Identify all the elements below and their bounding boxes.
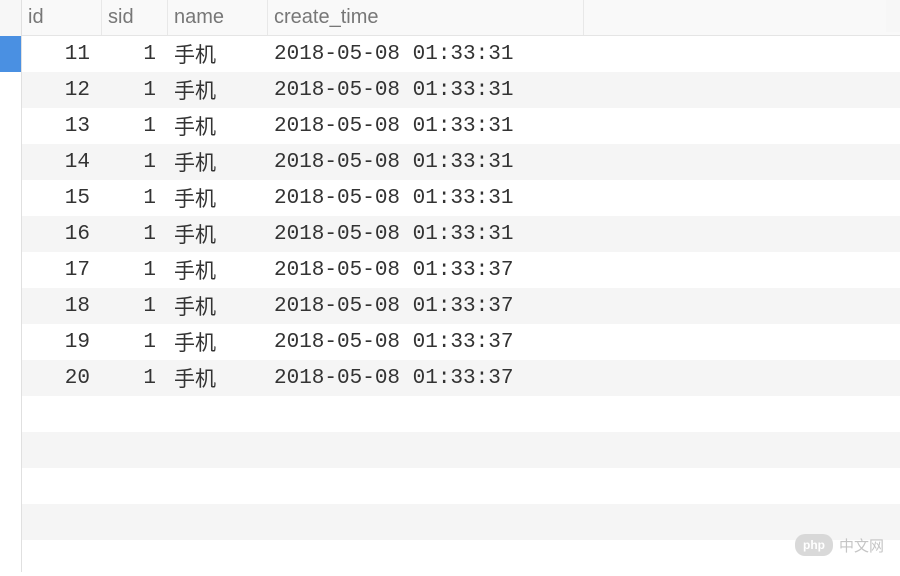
column-header-create-time[interactable]: create_time — [268, 0, 584, 35]
table-row — [22, 432, 900, 468]
table-row[interactable]: 11 1 手机 2018-05-08 01:33:31 — [22, 36, 900, 72]
column-header-id[interactable]: id — [22, 0, 102, 35]
cell-sid[interactable]: 1 — [102, 39, 168, 70]
table-row — [22, 396, 900, 432]
cell-id[interactable]: 16 — [22, 219, 102, 250]
cell-sid[interactable]: 1 — [102, 291, 168, 322]
cell-create-time[interactable]: 2018-05-08 01:33:31 — [268, 219, 584, 250]
watermark: php 中文网 — [795, 534, 884, 556]
cell-create-time[interactable]: 2018-05-08 01:33:31 — [268, 39, 584, 70]
cell-sid[interactable]: 1 — [102, 255, 168, 286]
watermark-badge: php — [795, 534, 833, 556]
cell-name[interactable]: 手机 — [168, 107, 268, 145]
cell-id[interactable]: 18 — [22, 291, 102, 322]
cell-create-time[interactable]: 2018-05-08 01:33:31 — [268, 147, 584, 178]
cell-sid[interactable]: 1 — [102, 75, 168, 106]
cell-id[interactable]: 17 — [22, 255, 102, 286]
cell-create-time[interactable]: 2018-05-08 01:33:31 — [268, 183, 584, 214]
table: id sid name create_time 11 1 手机 2018-05-… — [22, 0, 900, 572]
cell-sid[interactable]: 1 — [102, 147, 168, 178]
cell-id[interactable]: 11 — [22, 39, 102, 70]
cell-name[interactable]: 手机 — [168, 35, 268, 73]
table-row[interactable]: 13 1 手机 2018-05-08 01:33:31 — [22, 108, 900, 144]
table-container: id sid name create_time 11 1 手机 2018-05-… — [0, 0, 900, 572]
cell-name[interactable]: 手机 — [168, 323, 268, 361]
column-header-sid[interactable]: sid — [102, 0, 168, 35]
cell-create-time[interactable]: 2018-05-08 01:33:37 — [268, 363, 584, 394]
table-header-row: id sid name create_time — [22, 0, 900, 36]
cell-create-time[interactable]: 2018-05-08 01:33:31 — [268, 75, 584, 106]
watermark-text: 中文网 — [839, 535, 884, 556]
table-row[interactable]: 12 1 手机 2018-05-08 01:33:31 — [22, 72, 900, 108]
cell-create-time[interactable]: 2018-05-08 01:33:37 — [268, 255, 584, 286]
table-row[interactable]: 16 1 手机 2018-05-08 01:33:31 — [22, 216, 900, 252]
cell-id[interactable]: 15 — [22, 183, 102, 214]
table-row — [22, 468, 900, 504]
table-row — [22, 504, 900, 540]
row-marker-selected[interactable] — [0, 36, 21, 72]
row-marker-header — [0, 0, 21, 36]
scrollbar-corner — [886, 0, 900, 32]
column-header-empty — [584, 0, 900, 35]
cell-name[interactable]: 手机 — [168, 215, 268, 253]
cell-name[interactable]: 手机 — [168, 143, 268, 181]
row-marker-gutter — [0, 0, 22, 572]
cell-name[interactable]: 手机 — [168, 287, 268, 325]
cell-sid[interactable]: 1 — [102, 183, 168, 214]
table-row[interactable]: 14 1 手机 2018-05-08 01:33:31 — [22, 144, 900, 180]
cell-id[interactable]: 14 — [22, 147, 102, 178]
table-row[interactable]: 17 1 手机 2018-05-08 01:33:37 — [22, 252, 900, 288]
cell-sid[interactable]: 1 — [102, 327, 168, 358]
cell-name[interactable]: 手机 — [168, 179, 268, 217]
cell-id[interactable]: 19 — [22, 327, 102, 358]
cell-id[interactable]: 13 — [22, 111, 102, 142]
cell-name[interactable]: 手机 — [168, 71, 268, 109]
column-header-name[interactable]: name — [168, 0, 268, 35]
cell-sid[interactable]: 1 — [102, 363, 168, 394]
table-row[interactable]: 15 1 手机 2018-05-08 01:33:31 — [22, 180, 900, 216]
table-row[interactable]: 18 1 手机 2018-05-08 01:33:37 — [22, 288, 900, 324]
table-body: 11 1 手机 2018-05-08 01:33:31 12 1 手机 2018… — [22, 36, 900, 576]
table-row[interactable]: 19 1 手机 2018-05-08 01:33:37 — [22, 324, 900, 360]
cell-sid[interactable]: 1 — [102, 111, 168, 142]
cell-name[interactable]: 手机 — [168, 251, 268, 289]
cell-create-time[interactable]: 2018-05-08 01:33:31 — [268, 111, 584, 142]
cell-sid[interactable]: 1 — [102, 219, 168, 250]
table-row[interactable]: 20 1 手机 2018-05-08 01:33:37 — [22, 360, 900, 396]
cell-name[interactable]: 手机 — [168, 359, 268, 397]
cell-create-time[interactable]: 2018-05-08 01:33:37 — [268, 291, 584, 322]
table-row — [22, 540, 900, 576]
cell-id[interactable]: 20 — [22, 363, 102, 394]
cell-create-time[interactable]: 2018-05-08 01:33:37 — [268, 327, 584, 358]
cell-id[interactable]: 12 — [22, 75, 102, 106]
